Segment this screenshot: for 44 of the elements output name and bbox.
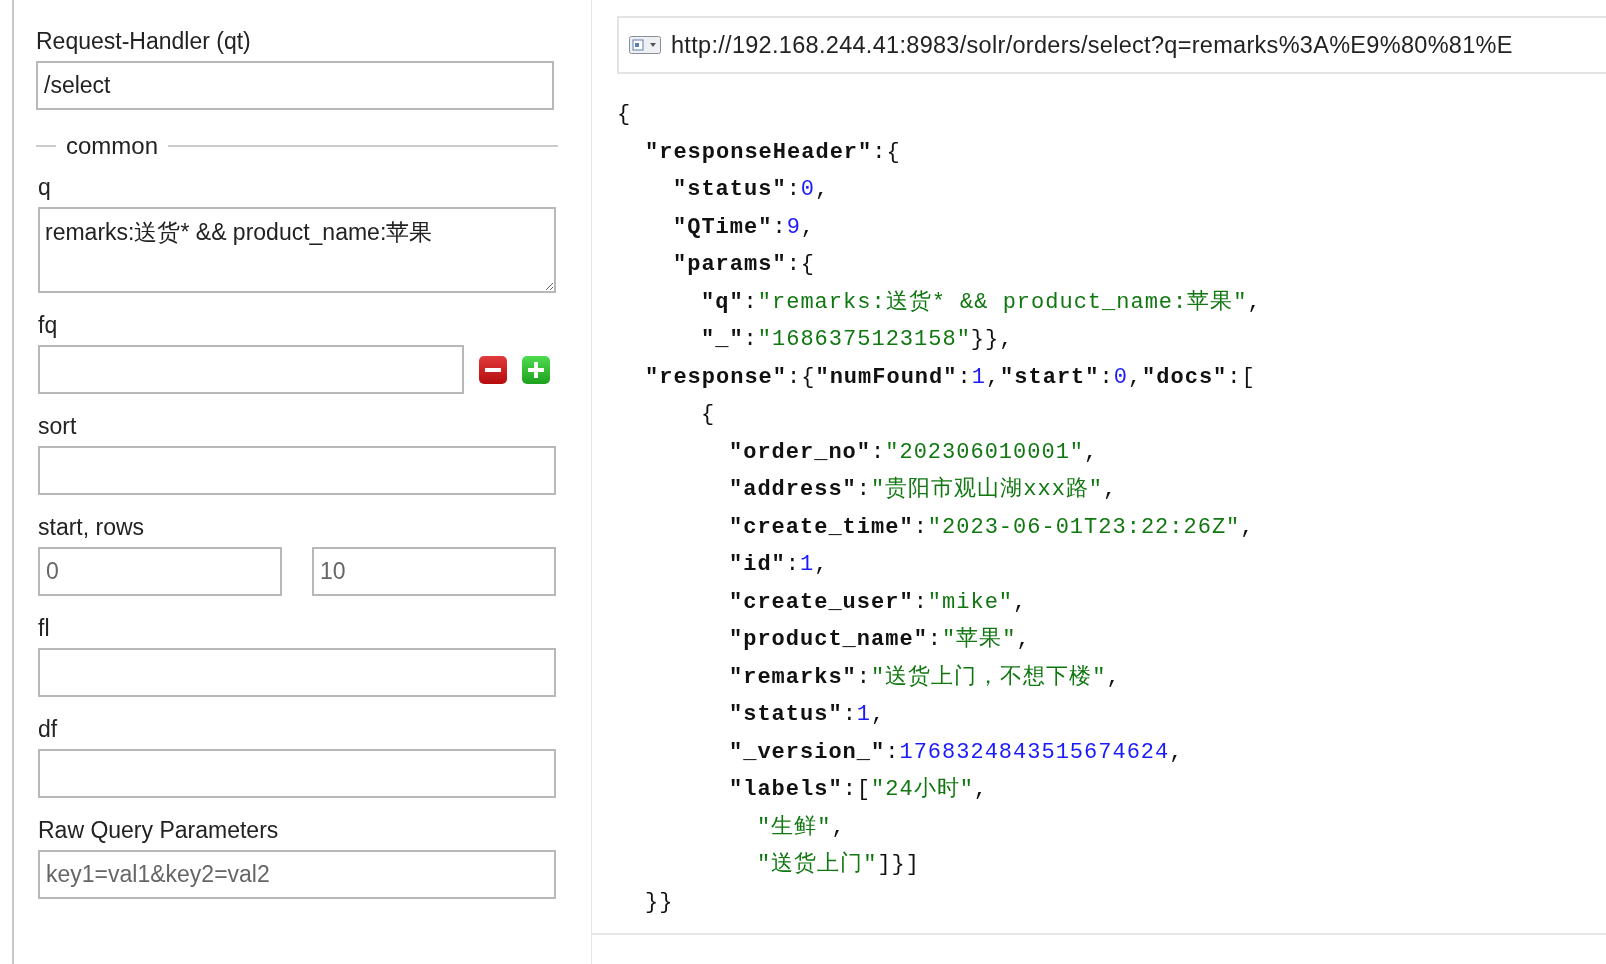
field-label: q (38, 173, 51, 202)
field-label: fl (38, 614, 50, 643)
text-input[interactable] (38, 446, 556, 495)
section-legend: common (56, 132, 169, 160)
number-input[interactable]: 0 (38, 547, 282, 596)
json-line: "order_no":"202306010001", (728, 438, 1099, 467)
json-line: "status":0, (672, 176, 830, 204)
handler-input[interactable]: /select (36, 61, 554, 110)
json-line: "responseHeader":{ (644, 138, 901, 167)
json-line: }} (644, 888, 674, 917)
json-line: "address":"贵阳市观山湖xxx路", (728, 475, 1118, 504)
remove-button[interactable] (479, 355, 507, 384)
json-line: "q":"remarks:送货* && product_name:苹果", (700, 288, 1262, 317)
text-input[interactable] (38, 648, 556, 697)
url-bar[interactable]: http://192.168.244.41:8983/solr/orders/select?q=remarks%3A%E9%80%81%E (617, 16, 1606, 74)
field-label: sort (38, 412, 77, 441)
text-input[interactable]: key1=val1&key2=val2 (38, 850, 556, 899)
json-line: { (617, 101, 632, 129)
field-label: start, rows (38, 513, 145, 542)
json-line: "labels":["24小时", (728, 776, 989, 804)
json-line: "params":{ (672, 251, 816, 279)
json-line: "id":1, (728, 551, 829, 579)
filter-input[interactable] (38, 345, 464, 394)
json-line: "create_time":"2023-06-01T23:22:26Z", (728, 513, 1255, 542)
add-button[interactable] (522, 355, 550, 384)
json-line: "create_user":"mike", (728, 588, 1028, 617)
json-line: "_":"1686375123158"}}, (700, 326, 1014, 354)
json-line: { (700, 401, 716, 429)
field-label: Raw Query Parameters (38, 816, 279, 845)
json-line: "_version_":1768324843515674624, (728, 738, 1184, 767)
page-icon (629, 36, 661, 54)
json-line: "生鲜", (756, 813, 846, 842)
number-input[interactable]: 10 (312, 547, 556, 596)
json-line: "送货上门"]}] (756, 850, 920, 879)
json-line: "status":1, (728, 701, 886, 729)
json-line: "product_name":"苹果", (728, 626, 1031, 654)
json-line: "remarks":"送货上门，不想下楼", (728, 663, 1121, 692)
json-line: "QTime":9, (672, 213, 816, 242)
field-label: df (38, 715, 58, 744)
field-label: Request-Handler (qt) (36, 27, 251, 56)
text-input[interactable] (38, 749, 556, 798)
query-textarea[interactable]: remarks:送货* && product_name:苹果 (38, 207, 556, 293)
field-label: fq (38, 311, 58, 340)
json-line: "response":{"numFound":1,"start":0,"docs":[ (644, 363, 1256, 392)
